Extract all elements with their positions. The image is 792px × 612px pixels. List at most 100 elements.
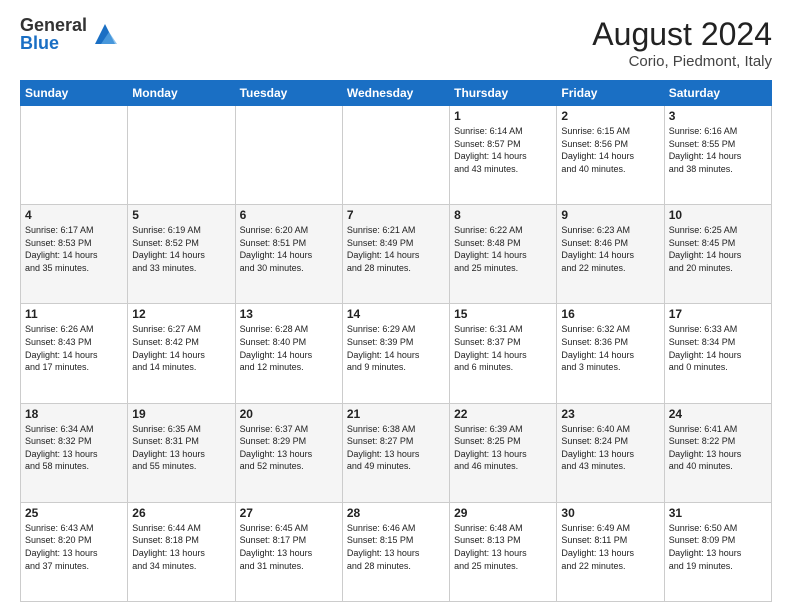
col-wednesday: Wednesday xyxy=(342,81,449,106)
calendar-cell: 23 Sunrise: 6:40 AMSunset: 8:24 PMDayligh… xyxy=(557,403,664,502)
calendar-cell: 14Sunrise: 6:29 AMSunset: 8:39 PMDayligh… xyxy=(342,304,449,403)
day-number: 29 xyxy=(454,506,552,520)
col-tuesday: Tuesday xyxy=(235,81,342,106)
day-number: 10 xyxy=(669,208,767,222)
day-info: Sunrise: 6:31 AMSunset: 8:37 PMDaylight:… xyxy=(454,323,552,373)
calendar-week-1: 1Sunrise: 6:14 AMSunset: 8:57 PMDaylight… xyxy=(21,106,772,205)
calendar-table: Sunday Monday Tuesday Wednesday Thursday… xyxy=(20,80,772,602)
calendar-cell: 16Sunrise: 6:32 AMSunset: 8:36 PMDayligh… xyxy=(557,304,664,403)
calendar-cell: 9 Sunrise: 6:23 AMSunset: 8:46 PMDaylight… xyxy=(557,205,664,304)
day-info: Sunrise: 6:49 AMSunset: 8:11 PMDaylight:… xyxy=(561,522,659,572)
day-info: Sunrise: 6:23 AMSunset: 8:46 PMDaylight:… xyxy=(561,224,659,274)
calendar-cell: 18 Sunrise: 6:34 AMSunset: 8:32 PMDayligh… xyxy=(21,403,128,502)
calendar-week-5: 25Sunrise: 6:43 AMSunset: 8:20 PMDayligh… xyxy=(21,502,772,601)
logo-general: General xyxy=(20,16,87,34)
calendar-cell: 30 Sunrise: 6:49 AMSunset: 8:11 PMDayligh… xyxy=(557,502,664,601)
day-number: 11 xyxy=(25,307,123,321)
day-number: 8 xyxy=(454,208,552,222)
day-info: Sunrise: 6:33 AMSunset: 8:34 PMDaylight:… xyxy=(669,323,767,373)
calendar-cell: 7 Sunrise: 6:21 AMSunset: 8:49 PMDaylight… xyxy=(342,205,449,304)
day-info: Sunrise: 6:21 AMSunset: 8:49 PMDaylight:… xyxy=(347,224,445,274)
calendar-cell: 22 Sunrise: 6:39 AMSunset: 8:25 PMDayligh… xyxy=(450,403,557,502)
calendar-cell: 12 Sunrise: 6:27 AMSunset: 8:42 PMDayligh… xyxy=(128,304,235,403)
day-number: 20 xyxy=(240,407,338,421)
calendar-cell: 17 Sunrise: 6:33 AMSunset: 8:34 PMDayligh… xyxy=(664,304,771,403)
calendar-cell: 25Sunrise: 6:43 AMSunset: 8:20 PMDayligh… xyxy=(21,502,128,601)
day-info: Sunrise: 6:39 AMSunset: 8:25 PMDaylight:… xyxy=(454,423,552,473)
day-info: Sunrise: 6:32 AMSunset: 8:36 PMDaylight:… xyxy=(561,323,659,373)
day-info: Sunrise: 6:38 AMSunset: 8:27 PMDaylight:… xyxy=(347,423,445,473)
day-number: 22 xyxy=(454,407,552,421)
calendar-cell: 28 Sunrise: 6:46 AMSunset: 8:15 PMDayligh… xyxy=(342,502,449,601)
day-number: 7 xyxy=(347,208,445,222)
day-info: Sunrise: 6:40 AMSunset: 8:24 PMDaylight:… xyxy=(561,423,659,473)
calendar-cell: 15 Sunrise: 6:31 AMSunset: 8:37 PMDayligh… xyxy=(450,304,557,403)
day-info: Sunrise: 6:17 AMSunset: 8:53 PMDaylight:… xyxy=(25,224,123,274)
day-info: Sunrise: 6:22 AMSunset: 8:48 PMDaylight:… xyxy=(454,224,552,274)
calendar-cell: 26 Sunrise: 6:44 AMSunset: 8:18 PMDayligh… xyxy=(128,502,235,601)
day-number: 3 xyxy=(669,109,767,123)
day-number: 23 xyxy=(561,407,659,421)
calendar-cell: 31Sunrise: 6:50 AMSunset: 8:09 PMDayligh… xyxy=(664,502,771,601)
day-info: Sunrise: 6:26 AMSunset: 8:43 PMDaylight:… xyxy=(25,323,123,373)
location: Corio, Piedmont, Italy xyxy=(592,53,772,70)
calendar-cell: 13 Sunrise: 6:28 AMSunset: 8:40 PMDayligh… xyxy=(235,304,342,403)
day-info: Sunrise: 6:25 AMSunset: 8:45 PMDaylight:… xyxy=(669,224,767,274)
calendar-cell xyxy=(21,106,128,205)
day-number: 4 xyxy=(25,208,123,222)
calendar-cell xyxy=(128,106,235,205)
day-number: 28 xyxy=(347,506,445,520)
day-info: Sunrise: 6:45 AMSunset: 8:17 PMDaylight:… xyxy=(240,522,338,572)
day-info: Sunrise: 6:44 AMSunset: 8:18 PMDaylight:… xyxy=(132,522,230,572)
day-info: Sunrise: 6:15 AMSunset: 8:56 PMDaylight:… xyxy=(561,125,659,175)
day-number: 14 xyxy=(347,307,445,321)
page: General Blue August 2024 Corio, Piedmont… xyxy=(0,0,792,612)
day-number: 2 xyxy=(561,109,659,123)
day-number: 12 xyxy=(132,307,230,321)
calendar-cell: 8 Sunrise: 6:22 AMSunset: 8:48 PMDaylight… xyxy=(450,205,557,304)
day-number: 25 xyxy=(25,506,123,520)
header: General Blue August 2024 Corio, Piedmont… xyxy=(20,16,772,70)
calendar-cell: 19 Sunrise: 6:35 AMSunset: 8:31 PMDayligh… xyxy=(128,403,235,502)
day-number: 19 xyxy=(132,407,230,421)
calendar-cell: 24 Sunrise: 6:41 AMSunset: 8:22 PMDayligh… xyxy=(664,403,771,502)
day-info: Sunrise: 6:27 AMSunset: 8:42 PMDaylight:… xyxy=(132,323,230,373)
day-info: Sunrise: 6:46 AMSunset: 8:15 PMDaylight:… xyxy=(347,522,445,572)
day-info: Sunrise: 6:35 AMSunset: 8:31 PMDaylight:… xyxy=(132,423,230,473)
day-info: Sunrise: 6:37 AMSunset: 8:29 PMDaylight:… xyxy=(240,423,338,473)
calendar-cell: 10 Sunrise: 6:25 AMSunset: 8:45 PMDayligh… xyxy=(664,205,771,304)
col-friday: Friday xyxy=(557,81,664,106)
day-info: Sunrise: 6:48 AMSunset: 8:13 PMDaylight:… xyxy=(454,522,552,572)
calendar-cell: 27Sunrise: 6:45 AMSunset: 8:17 PMDayligh… xyxy=(235,502,342,601)
calendar-cell: 4 Sunrise: 6:17 AMSunset: 8:53 PMDaylight… xyxy=(21,205,128,304)
day-number: 13 xyxy=(240,307,338,321)
day-number: 30 xyxy=(561,506,659,520)
day-info: Sunrise: 6:34 AMSunset: 8:32 PMDaylight:… xyxy=(25,423,123,473)
calendar-cell xyxy=(342,106,449,205)
day-info: Sunrise: 6:28 AMSunset: 8:40 PMDaylight:… xyxy=(240,323,338,373)
day-info: Sunrise: 6:16 AMSunset: 8:55 PMDaylight:… xyxy=(669,125,767,175)
col-monday: Monday xyxy=(128,81,235,106)
col-sunday: Sunday xyxy=(21,81,128,106)
day-number: 24 xyxy=(669,407,767,421)
calendar-cell: 11 Sunrise: 6:26 AMSunset: 8:43 PMDayligh… xyxy=(21,304,128,403)
calendar-week-2: 4 Sunrise: 6:17 AMSunset: 8:53 PMDaylight… xyxy=(21,205,772,304)
calendar-cell: 6Sunrise: 6:20 AMSunset: 8:51 PMDaylight… xyxy=(235,205,342,304)
day-number: 18 xyxy=(25,407,123,421)
col-thursday: Thursday xyxy=(450,81,557,106)
logo-icon xyxy=(91,20,119,48)
day-number: 21 xyxy=(347,407,445,421)
day-number: 17 xyxy=(669,307,767,321)
day-number: 9 xyxy=(561,208,659,222)
day-number: 26 xyxy=(132,506,230,520)
day-number: 6 xyxy=(240,208,338,222)
day-info: Sunrise: 6:41 AMSunset: 8:22 PMDaylight:… xyxy=(669,423,767,473)
day-info: Sunrise: 6:19 AMSunset: 8:52 PMDaylight:… xyxy=(132,224,230,274)
calendar-cell: 29 Sunrise: 6:48 AMSunset: 8:13 PMDayligh… xyxy=(450,502,557,601)
col-saturday: Saturday xyxy=(664,81,771,106)
day-number: 15 xyxy=(454,307,552,321)
logo-blue: Blue xyxy=(20,34,87,52)
calendar-week-4: 18 Sunrise: 6:34 AMSunset: 8:32 PMDayligh… xyxy=(21,403,772,502)
day-number: 31 xyxy=(669,506,767,520)
title-block: August 2024 Corio, Piedmont, Italy xyxy=(592,16,772,70)
